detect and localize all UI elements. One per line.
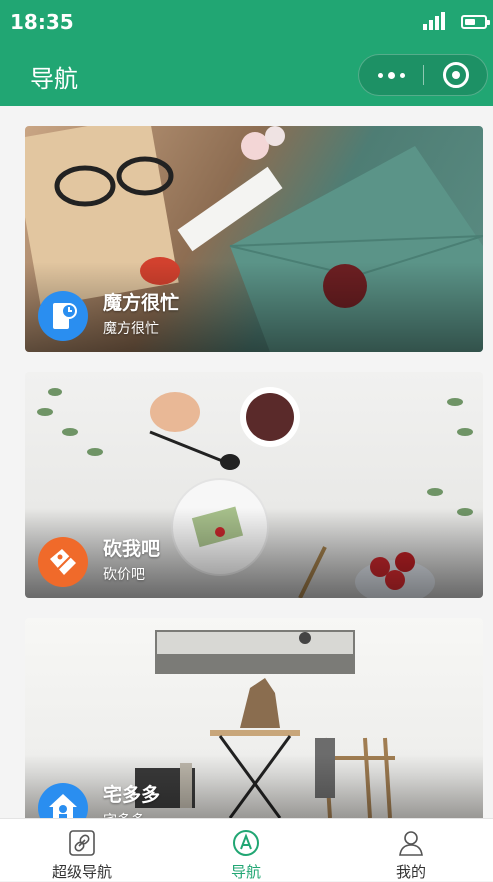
- card-list: 魔方很忙 魔方很忙 砍我吧 砍价吧 宅多多: [0, 106, 493, 818]
- card-gradient: [25, 508, 483, 598]
- nav-card[interactable]: 宅多多 宅多多: [25, 618, 483, 818]
- tab-mine[interactable]: 我的: [329, 819, 493, 882]
- link-icon: [68, 829, 96, 857]
- status-bar: 18:35: [0, 0, 493, 44]
- price-tag-icon: [38, 537, 88, 587]
- signal-icon: [423, 12, 449, 30]
- tab-label: 我的: [395, 863, 426, 881]
- card-gradient: [25, 754, 483, 818]
- card-gradient: [25, 262, 483, 352]
- capsule-divider: [423, 65, 424, 85]
- battery-icon: [461, 15, 490, 29]
- card-subtitle: 砍价吧: [103, 567, 145, 583]
- tab-bar: 超级导航 导航 我的: [0, 818, 493, 881]
- house-icon: [38, 783, 88, 818]
- card-subtitle: 宅多多: [103, 810, 145, 818]
- card-title: 砍我吧: [103, 538, 161, 560]
- user-icon: [397, 829, 425, 857]
- page-title: 导航: [30, 65, 78, 93]
- navigation-bar: 导航: [0, 44, 493, 106]
- tab-label: 超级导航: [51, 863, 112, 881]
- status-time: 18:35: [10, 10, 74, 34]
- phone-clock-icon: [38, 291, 88, 341]
- card-title: 魔方很忙: [103, 292, 180, 314]
- card-title: 宅多多: [103, 784, 161, 806]
- nav-card[interactable]: 砍我吧 砍价吧: [25, 372, 483, 598]
- card-subtitle: 魔方很忙: [103, 321, 159, 337]
- nav-card[interactable]: 魔方很忙 魔方很忙: [25, 126, 483, 352]
- close-mini-program-button[interactable]: [443, 62, 469, 88]
- more-menu-button[interactable]: [359, 55, 423, 95]
- tab-navigation[interactable]: 导航: [164, 819, 328, 882]
- more-dots-icon: [377, 72, 383, 78]
- tab-label: 导航: [230, 863, 261, 881]
- compass-a-icon: [232, 829, 260, 857]
- mini-program-capsule: [358, 54, 488, 96]
- tab-super-navigation[interactable]: 超级导航: [0, 819, 164, 882]
